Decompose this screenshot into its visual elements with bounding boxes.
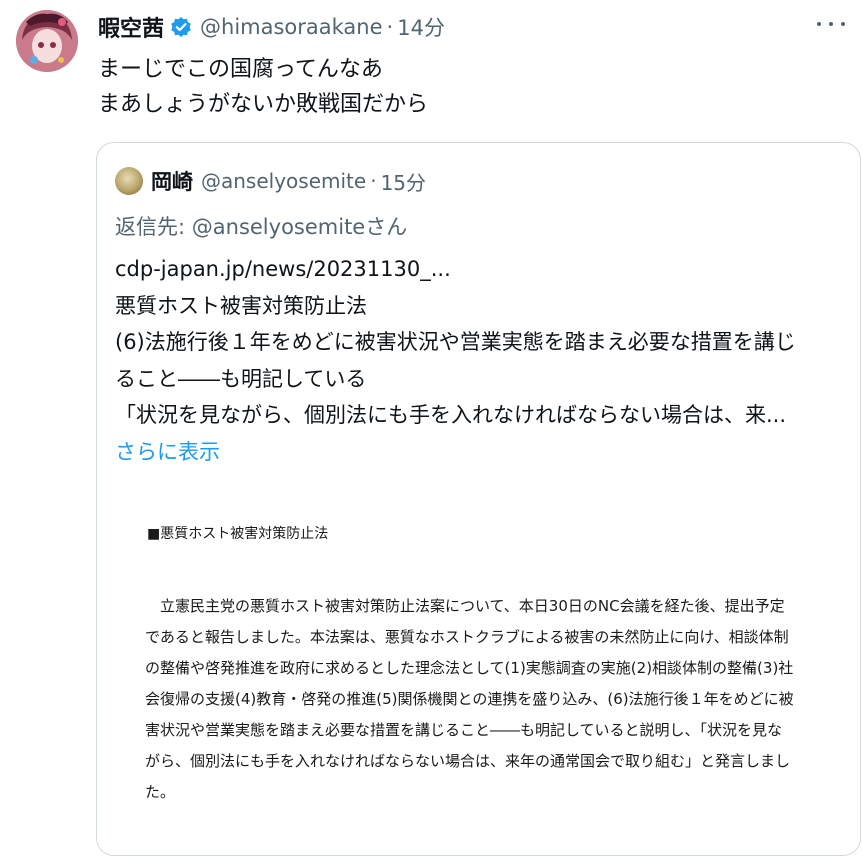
document-line: の整備や啓発推進を政府に求めるとした理念法として(1)実態調査の実施(2)相談体… xyxy=(145,659,794,677)
document-title: ■悪質ホスト被害対策防止法 xyxy=(147,526,329,542)
verified-badge-icon xyxy=(170,16,192,38)
quoted-link[interactable]: cdp-japan.jp/news/20231130_... xyxy=(115,251,796,288)
reply-mention[interactable]: @anselyosemiteさん xyxy=(192,215,407,239)
quoted-tweet-text: cdp-japan.jp/news/20231130_... 悪質ホスト被害対策… xyxy=(115,251,796,470)
quoted-user-handle: @anselyosemite xyxy=(201,169,367,193)
quoted-post-time: 15分 xyxy=(380,170,427,195)
document-line: がら、個別法にも手を入れなければならない場合は、来年の通常国会で取り組む」と発言… xyxy=(145,752,791,770)
quoted-tweet[interactable]: 岡崎 @anselyosemite · 15分 返信先: @anselyosem… xyxy=(96,142,861,856)
tweet-text-line: まあしょうがないか敗戦国だから xyxy=(98,92,429,117)
tweet-header: 暇空茜 @himasoraakane · 14分 xyxy=(98,10,445,44)
user-avatar-icon[interactable] xyxy=(16,10,78,72)
show-more-link[interactable]: さらに表示 xyxy=(115,434,796,471)
quoted-text-line: (6)法施行後１年をめどに被害状況や営業実態を踏まえ必要な措置を講じ xyxy=(115,330,796,354)
document-line: 立憲民主党の悪質ホスト被害対策防止法案について、本日30日のNC会議を経た後、提… xyxy=(145,597,785,615)
tweet-text: まーじでこの国腐ってんなあ まあしょうがないか敗戦国だから xyxy=(98,52,428,122)
tweet-text-line: まーじでこの国腐ってんなあ xyxy=(98,57,383,82)
document-line: であると報告しました。本法案は、悪質なホストクラブによる被害の未然防止に向け、相… xyxy=(145,628,789,646)
more-dot xyxy=(841,22,845,26)
post-time[interactable]: 14分 xyxy=(397,12,445,42)
quoted-text-line: 「状況を見ながら、個別法にも手を入れなければならない場合は、来... xyxy=(115,403,787,427)
quoted-text-line: 悪質ホスト被害対策防止法 xyxy=(115,293,367,318)
document-line: 会復帰の支援(4)教育・啓発の推進(5)関係機関との連携を盛り込み、(6)法施行… xyxy=(145,690,794,708)
document-line: た。 xyxy=(145,783,176,801)
tweet[interactable]: 暇空茜 @himasoraakane · 14分 まーじでこの国腐ってんなあ ま… xyxy=(0,0,863,863)
more-dot xyxy=(829,22,833,26)
separator-dot: · xyxy=(370,169,377,193)
more-options-icon[interactable] xyxy=(817,14,845,34)
attached-document-image[interactable]: ■悪質ホスト被害対策防止法 立憲民主党の悪質ホスト被害対策防止法案について、本日… xyxy=(97,481,860,855)
quoted-text-line: ること――も明記している xyxy=(115,366,367,391)
document-line: 害状況や営業実態を踏まえ必要な措置を講じること――も明記していると説明し、「状況… xyxy=(145,721,783,739)
quoted-display-name: 岡崎 xyxy=(151,170,193,194)
more-dot xyxy=(817,22,821,26)
avatar-illustration xyxy=(16,10,78,72)
document-body: 立憲民主党の悪質ホスト被害対策防止法案について、本日30日のNC会議を経た後、提… xyxy=(145,591,794,808)
display-name[interactable]: 暇空茜 xyxy=(98,11,164,43)
user-handle[interactable]: @himasoraakane xyxy=(200,15,383,39)
reply-prefix: 返信先: xyxy=(115,215,192,239)
quoted-user-avatar-icon[interactable] xyxy=(115,167,143,195)
reply-to-line: 返信先: @anselyosemiteさん xyxy=(115,211,407,241)
separator-dot: · xyxy=(386,15,394,39)
quoted-tweet-header: 岡崎 @anselyosemite · 15分 xyxy=(115,165,426,197)
